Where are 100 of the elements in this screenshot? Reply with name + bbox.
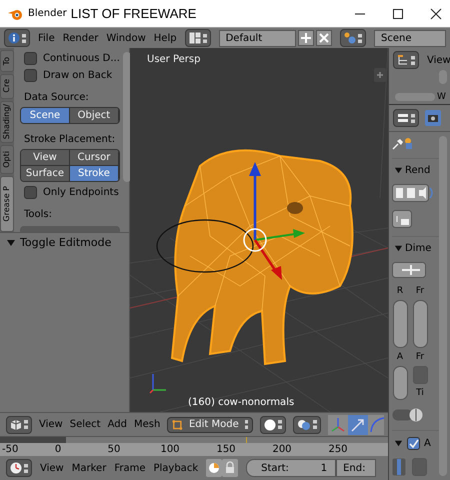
field-label: Fr <box>416 352 424 362</box>
field-label: Ti <box>416 388 424 398</box>
checkbox[interactable] <box>24 186 37 200</box>
frame-label: 200 <box>271 444 293 455</box>
tool-tab[interactable]: Opti <box>0 145 14 174</box>
cube-icon <box>10 418 22 430</box>
tool-tab[interactable]: To <box>0 50 14 72</box>
disclosure-triangle-icon[interactable] <box>394 166 403 175</box>
scene-button[interactable] <box>340 29 366 47</box>
panel-title: A <box>424 438 431 449</box>
toggle-icon[interactable] <box>392 408 424 422</box>
menu-item[interactable]: File <box>38 32 55 44</box>
disclosure-triangle-icon[interactable] <box>394 439 403 448</box>
info-editor-button[interactable] <box>4 29 30 47</box>
screen-layout-field[interactable]: Default <box>218 30 296 46</box>
close-icon[interactable] <box>430 8 442 20</box>
menu-item[interactable]: View <box>39 419 63 430</box>
cut-label: W <box>437 92 446 102</box>
scene-icon <box>344 32 356 44</box>
frame-label: 0 <box>54 444 62 455</box>
menu-item[interactable]: Mesh <box>134 419 160 430</box>
frame-label: 100 <box>159 444 181 455</box>
shading-button[interactable] <box>260 416 286 434</box>
segment-button[interactable]: Object <box>70 108 119 124</box>
segment-button[interactable]: Scene <box>21 108 70 124</box>
checkbox-label: Draw on Back <box>43 70 112 81</box>
screen-layout-button[interactable] <box>184 29 211 47</box>
number-field[interactable] <box>412 300 428 348</box>
tool-tab[interactable]: Cre <box>0 74 14 99</box>
menu-item[interactable]: Window <box>106 32 146 44</box>
frame-label: -50 <box>1 444 20 455</box>
preview-range-icon[interactable] <box>206 459 222 477</box>
panel-title: Toggle Editmode <box>20 236 112 249</box>
field-label: A <box>396 352 404 362</box>
pivot-button[interactable] <box>293 416 322 434</box>
checkbox-label: Continuous D... <box>43 53 120 64</box>
section-label: Stroke Placement: <box>23 134 116 146</box>
menu-item[interactable]: View <box>40 462 64 474</box>
maximize-icon[interactable] <box>392 8 404 20</box>
scrollbar[interactable] <box>122 52 131 182</box>
color-swatch-icon[interactable] <box>392 458 406 476</box>
timeline-range <box>0 437 66 443</box>
menu-item[interactable]: Select <box>70 419 101 430</box>
checkbox[interactable] <box>24 69 37 82</box>
sphere-icon <box>264 418 276 430</box>
segment-button[interactable]: Stroke <box>70 166 119 182</box>
start-frame-field[interactable]: Start: 1 <box>246 459 336 477</box>
plus-icon[interactable] <box>374 68 386 82</box>
segment-button[interactable]: View <box>21 150 70 166</box>
section-label: Tools: <box>23 209 54 220</box>
panel-title: Dime <box>405 243 432 254</box>
checkbox-label: Only Endpoints <box>43 187 119 198</box>
frame-label: 150 <box>215 444 237 455</box>
frame-label: 250 <box>327 444 349 455</box>
preset-field-icon[interactable] <box>392 262 426 278</box>
window-title: LIST OF FREEWARE <box>70 6 196 21</box>
end-frame-field[interactable]: End: <box>336 459 376 477</box>
properties-type-button[interactable] <box>393 109 419 127</box>
add-icon[interactable] <box>298 30 314 46</box>
panels-icon <box>397 112 409 124</box>
info-icon <box>8 32 20 44</box>
menu-item[interactable]: Marker <box>72 462 106 474</box>
field-label: Fr <box>416 286 424 296</box>
app-name: Blender <box>28 8 67 19</box>
frame-label: 50 <box>106 444 122 455</box>
tool-tab[interactable]: Shading/ <box>0 100 14 144</box>
scrollbar[interactable] <box>439 136 447 476</box>
menu-item[interactable]: Add <box>108 419 127 430</box>
scene-field[interactable]: Scene <box>374 30 446 46</box>
panel-title: Rend <box>405 165 430 176</box>
menu-item[interactable]: Playback <box>153 462 198 474</box>
tool-tab[interactable]: Grease P <box>0 176 14 232</box>
circles-icon <box>297 418 312 430</box>
editor-type-button[interactable] <box>6 459 32 477</box>
mode-dropdown[interactable]: Edit Mode <box>167 416 254 432</box>
layout-icon <box>188 32 201 44</box>
delete-icon[interactable] <box>316 30 332 46</box>
checkbox[interactable] <box>24 52 37 65</box>
editor-type-button[interactable] <box>6 416 32 434</box>
current-frame-marker <box>246 437 247 443</box>
number-field[interactable] <box>392 300 408 348</box>
field-label: R <box>396 286 404 296</box>
menu-item[interactable]: View <box>427 54 450 66</box>
checkbox[interactable] <box>407 437 420 450</box>
menu-item[interactable]: Render <box>62 32 98 44</box>
view-name: User Persp <box>147 54 200 65</box>
number-field[interactable] <box>392 366 408 400</box>
section-label: Data Source: <box>23 92 90 103</box>
segment-button[interactable]: Cursor <box>70 150 119 166</box>
object-info: (160) cow-nonormals <box>188 397 294 408</box>
clock-icon <box>10 462 22 474</box>
list-icon <box>397 54 409 66</box>
camera-icon[interactable] <box>425 110 441 126</box>
menu-item[interactable]: Frame <box>114 462 146 474</box>
vertex-square-icon <box>172 418 183 430</box>
menu-item[interactable]: Help <box>154 32 177 44</box>
outliner-type-button[interactable] <box>393 51 419 69</box>
disclosure-triangle-icon[interactable] <box>394 244 403 253</box>
disclosure-triangle-icon[interactable] <box>6 238 16 248</box>
segment-button[interactable]: Surface <box>21 166 70 182</box>
